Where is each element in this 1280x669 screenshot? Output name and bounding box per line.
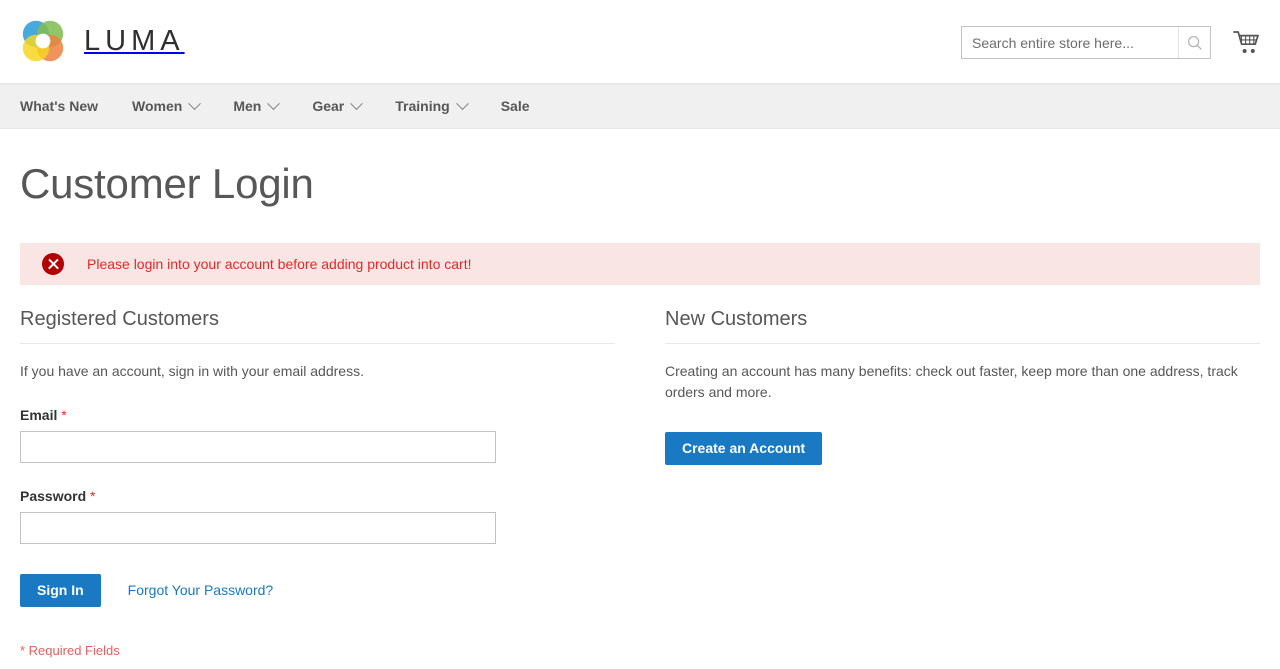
new-customers-note: Creating an account has many benefits: c… [665, 363, 1238, 400]
chevron-down-icon [350, 97, 364, 111]
email-field-group: Email * [20, 407, 615, 463]
nav-item-label: Gear [312, 98, 345, 114]
page-title: Customer Login [20, 160, 314, 207]
login-actions: Sign In Forgot Your Password? [20, 573, 615, 607]
chevron-down-icon [455, 97, 469, 111]
main-navigation: What's New Women Men Gear Training Sale [0, 84, 1280, 129]
registered-customers-title: Registered Customers [20, 307, 615, 345]
error-message-text: Please login into your account before ad… [87, 256, 472, 273]
page-header: LUMA [0, 0, 1280, 84]
nav-item-label: Women [132, 98, 183, 114]
forgot-password-link[interactable]: Forgot Your Password? [128, 582, 274, 598]
required-fields-note: * Required Fields [20, 642, 120, 658]
email-input[interactable] [20, 430, 496, 463]
chevron-down-icon [267, 97, 281, 111]
nav-item-label: Men [233, 98, 262, 114]
search-icon[interactable] [1178, 27, 1210, 58]
nav-item-gear[interactable]: Gear [312, 84, 364, 129]
password-input[interactable] [20, 511, 496, 544]
nav-item-women[interactable]: Women [132, 84, 202, 129]
create-account-button[interactable]: Create an Account [665, 431, 823, 465]
registered-customers-note: If you have an account, sign in with you… [20, 363, 364, 380]
logo-text: LUMA [84, 24, 185, 57]
nav-item-label: Training [395, 98, 450, 114]
password-label-text: Password [20, 487, 87, 504]
column-gap [615, 307, 665, 657]
nav-item-label: What's New [20, 98, 99, 114]
password-label: Password * [20, 488, 615, 504]
shopping-cart-icon[interactable] [1233, 30, 1260, 55]
password-field-group: Password * [20, 488, 615, 544]
header-actions [961, 26, 1260, 59]
required-asterisk: * [90, 487, 96, 504]
nav-item-whats-new[interactable]: What's New [20, 84, 98, 129]
logo-link[interactable]: LUMA [20, 18, 185, 64]
error-circle-x-icon [42, 253, 64, 276]
sign-in-button[interactable]: Sign In [20, 573, 101, 607]
nav-item-sale[interactable]: Sale [501, 84, 530, 129]
error-message-banner: Please login into your account before ad… [20, 243, 1260, 286]
main-content: Customer Login Please login into your ac… [0, 159, 1280, 658]
luma-flower-logo-icon [20, 18, 66, 64]
email-label-text: Email [20, 406, 58, 423]
new-customers-title: New Customers [665, 307, 1260, 345]
nav-item-men[interactable]: Men [233, 84, 281, 129]
email-label: Email * [20, 407, 615, 423]
search-box [961, 26, 1211, 59]
chevron-down-icon [188, 97, 202, 111]
search-input[interactable] [961, 26, 1211, 59]
nav-item-label: Sale [500, 98, 530, 114]
login-columns: Registered Customers If you have an acco… [20, 307, 1260, 658]
registered-customers-block: Registered Customers If you have an acco… [20, 307, 615, 658]
nav-item-training[interactable]: Training [395, 84, 469, 129]
new-customers-block: New Customers Creating an account has ma… [665, 307, 1260, 657]
required-asterisk: * [61, 406, 67, 423]
